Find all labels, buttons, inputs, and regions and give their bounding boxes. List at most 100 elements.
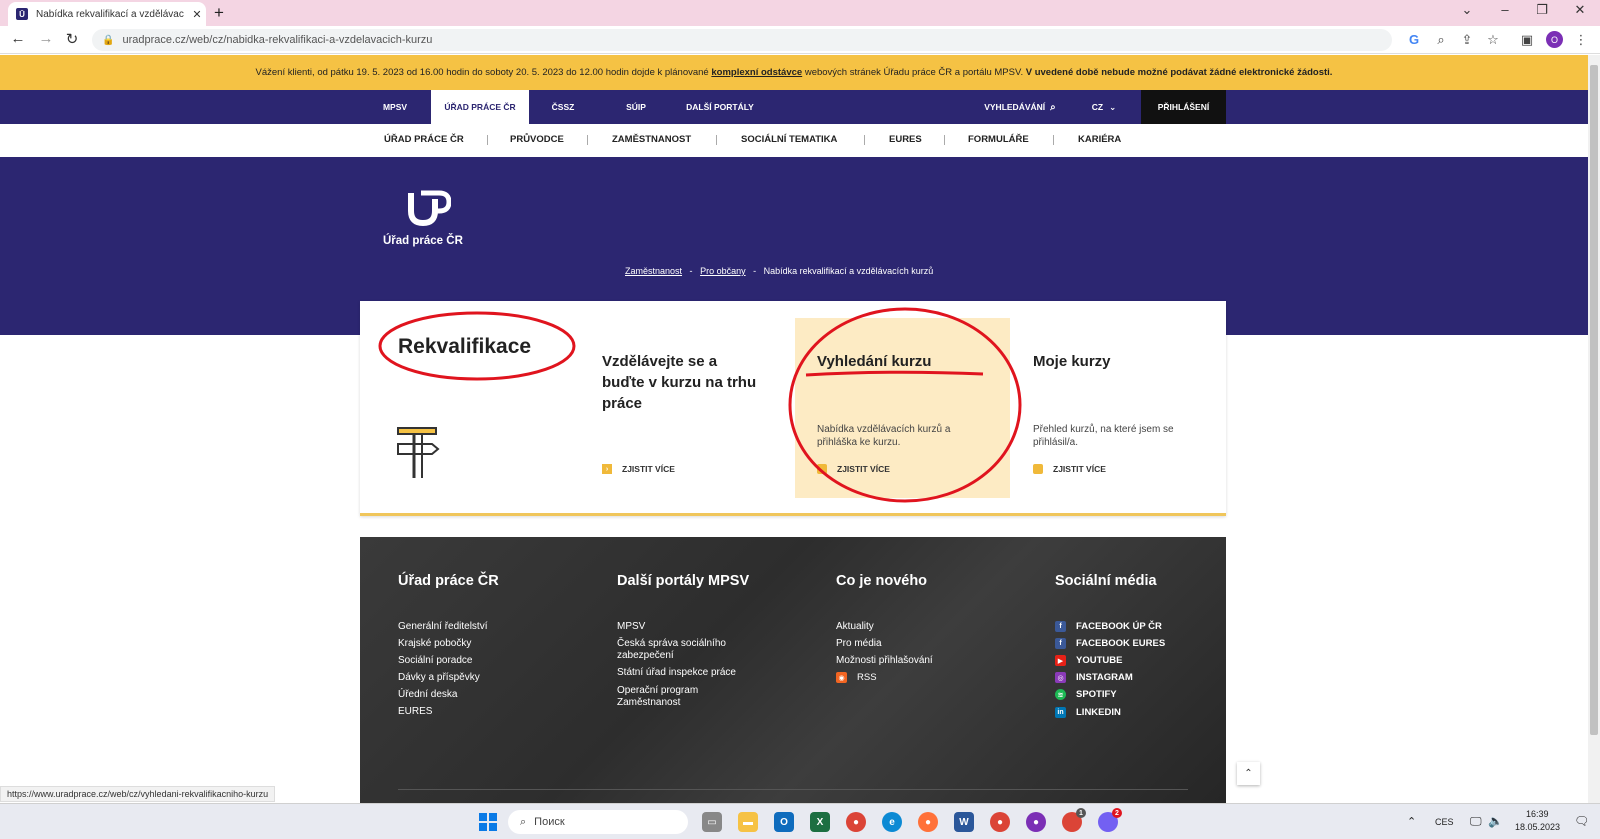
zjistit-vice-link-1[interactable]: › ZJISTIT VÍCE bbox=[602, 464, 675, 474]
back-icon[interactable]: ← bbox=[8, 30, 28, 47]
language-select[interactable]: CZ ⌄ bbox=[1084, 90, 1124, 124]
topnav-cssz[interactable]: ČSSZ bbox=[543, 90, 583, 124]
breadcrumb-zamestnanost[interactable]: Zaměstnanost bbox=[625, 266, 682, 276]
footer-link[interactable]: Generální ředitelství bbox=[398, 621, 488, 633]
url-text: uradprace.cz/web/cz/nabidka-rekvalifikac… bbox=[122, 34, 433, 46]
chrome-active-icon[interactable]: ● bbox=[1026, 812, 1046, 832]
zjistit-vice-link-2[interactable]: ZJISTIT VÍCE bbox=[817, 464, 890, 474]
forward-icon[interactable]: → bbox=[36, 30, 56, 47]
search-button[interactable]: VYHLEDÁVÁNÍ ⌕ bbox=[975, 90, 1065, 124]
menu-zamestnanost[interactable]: ZAMĚSTNANOST bbox=[612, 134, 691, 145]
chrome-icon[interactable]: ● bbox=[846, 812, 866, 832]
input-language[interactable]: CES bbox=[1435, 817, 1454, 827]
linkedin-icon: in bbox=[1055, 707, 1066, 718]
file-explorer-icon[interactable]: ▬ bbox=[738, 812, 758, 832]
volume-icon[interactable]: 🔈 bbox=[1488, 814, 1503, 828]
browser-tab[interactable]: Ū Nabídka rekvalifikací a vzdělávac ✕ bbox=[8, 2, 206, 26]
menu-pruvodce[interactable]: PRŮVODCE bbox=[510, 134, 564, 145]
scrollbar-thumb[interactable] bbox=[1590, 65, 1598, 735]
notice-link[interactable]: komplexní odstávce bbox=[711, 67, 802, 78]
login-button[interactable]: PŘIHLÁŠENÍ bbox=[1141, 90, 1226, 124]
zoom-icon[interactable]: ⌕ bbox=[1432, 32, 1450, 48]
topnav-mpsv[interactable]: MPSV bbox=[370, 90, 420, 124]
footer-social-instagram[interactable]: ◎ INSTAGRAM bbox=[1055, 672, 1133, 683]
menu-eures[interactable]: EURES bbox=[889, 134, 922, 145]
windows-start-icon[interactable] bbox=[478, 812, 498, 832]
footer-social-facebook-up[interactable]: f FACEBOOK ÚP ČR bbox=[1055, 621, 1162, 632]
menu-formulare[interactable]: FORMULÁŘE bbox=[968, 134, 1029, 145]
task-view-icon[interactable]: ▭ bbox=[702, 812, 722, 832]
footer-social-linkedin[interactable]: in LINKEDIN bbox=[1055, 707, 1121, 718]
notification-badge: 1 bbox=[1076, 808, 1086, 818]
chrome-profile-icon[interactable]: ● bbox=[990, 812, 1010, 832]
footer-link[interactable]: Česká správa sociálního zabezpečení bbox=[617, 638, 747, 662]
reload-icon[interactable]: ↻ bbox=[62, 30, 82, 48]
social-label: YOUTUBE bbox=[1076, 655, 1123, 666]
footer-social-spotify[interactable]: ≋ SPOTIFY bbox=[1055, 689, 1117, 700]
social-label: LINKEDIN bbox=[1076, 707, 1121, 718]
footer-link[interactable]: Dávky a příspěvky bbox=[398, 672, 480, 684]
menu-kariera[interactable]: KARIÉRA bbox=[1078, 134, 1121, 145]
footer-link[interactable]: Aktuality bbox=[836, 621, 874, 633]
close-tab-icon[interactable]: ✕ bbox=[188, 8, 206, 21]
col-title-vyhledani-kurzu[interactable]: Vyhledání kurzu bbox=[817, 351, 931, 372]
footer-link[interactable]: Pro média bbox=[836, 638, 882, 650]
bookmark-star-icon[interactable]: ☆ bbox=[1484, 32, 1502, 48]
footer-link[interactable]: Státní úřad inspekce práce bbox=[617, 667, 736, 679]
menu-urad-prace[interactable]: ÚŘAD PRÁCE ČR bbox=[384, 134, 464, 145]
main-menu: ÚŘAD PRÁCE ČR PRŮVODCE ZAMĚSTNANOST SOCI… bbox=[0, 124, 1588, 157]
network-icon[interactable]: 🖵 bbox=[1470, 814, 1482, 829]
topnav-suip[interactable]: SÚIP bbox=[616, 90, 656, 124]
zjistit-vice-link-3[interactable]: ZJISTIT VÍCE bbox=[1033, 464, 1106, 474]
minimize-icon[interactable]: – bbox=[1485, 2, 1525, 17]
col-title-vzdelavejte: Vzdělávejte se a buďte v kurzu na trhu p… bbox=[602, 353, 757, 412]
logo-text: Úřad práce ČR bbox=[383, 235, 463, 247]
footer-link[interactable]: MPSV bbox=[617, 621, 645, 633]
excel-icon[interactable]: X bbox=[810, 812, 830, 832]
menu-kebab-icon[interactable]: ⋮ bbox=[1572, 32, 1590, 48]
viber-icon[interactable]: 2 bbox=[1098, 808, 1122, 832]
breadcrumb-pro-obcany[interactable]: Pro občany bbox=[700, 266, 746, 276]
word-icon[interactable]: W bbox=[954, 812, 974, 832]
menu-divider bbox=[864, 135, 865, 145]
taskbar-search-input[interactable]: ⌕ Поиск bbox=[508, 810, 688, 834]
footer-link[interactable]: Možnosti přihlašování bbox=[836, 655, 933, 667]
tab-search-icon[interactable]: ⌄ bbox=[1447, 2, 1487, 18]
footer-link[interactable]: Sociální poradce bbox=[398, 655, 473, 667]
menu-socialni-tematika[interactable]: SOCIÁLNÍ TEMATIKA bbox=[741, 134, 837, 145]
side-panel-icon[interactable]: ▣ bbox=[1518, 32, 1536, 48]
url-input[interactable]: 🔒 uradprace.cz/web/cz/nabidka-rekvalifik… bbox=[92, 29, 1392, 51]
firefox-icon[interactable]: ● bbox=[918, 812, 938, 832]
menu-divider bbox=[487, 135, 488, 145]
maximize-icon[interactable]: ❐ bbox=[1522, 2, 1562, 18]
topnav-dalsi-portaly[interactable]: DALŠÍ PORTÁLY bbox=[679, 90, 761, 124]
google-lens-icon[interactable]: G bbox=[1405, 32, 1423, 47]
footer-rss-link[interactable]: ◉ RSS bbox=[836, 672, 877, 683]
up-logo-icon[interactable] bbox=[407, 189, 451, 229]
share-icon[interactable]: ⇪ bbox=[1458, 32, 1476, 48]
clock-time[interactable]: 16:39 bbox=[1526, 809, 1549, 819]
scroll-to-top-button[interactable]: ⌃ bbox=[1237, 762, 1260, 785]
rekvalifikace-card: Rekvalifikace Vzdělávejte se a buďte v k… bbox=[360, 301, 1226, 516]
footer-link[interactable]: EURES bbox=[398, 706, 432, 718]
chevron-up-icon: ⌃ bbox=[1244, 768, 1253, 779]
page-scrollbar[interactable] bbox=[1588, 55, 1600, 803]
footer-link[interactable]: Úřední deska bbox=[398, 689, 457, 701]
footer-social-facebook-eures[interactable]: f FACEBOOK EURES bbox=[1055, 638, 1165, 649]
footer-link[interactable]: Operační program Zaměstnanost bbox=[617, 685, 717, 709]
footer-social-youtube[interactable]: ▶ YOUTUBE bbox=[1055, 655, 1122, 666]
outlook-icon[interactable]: O bbox=[774, 812, 794, 832]
chrome-profile-2-icon[interactable]: 1 bbox=[1062, 808, 1086, 832]
facebook-icon: f bbox=[1055, 621, 1066, 632]
topnav-urad-prace[interactable]: ÚŘAD PRÁCE ČR bbox=[431, 90, 529, 124]
footer-link[interactable]: Krajské pobočky bbox=[398, 638, 471, 650]
new-tab-button[interactable]: + bbox=[214, 3, 224, 23]
tray-expand-icon[interactable]: ⌃ bbox=[1407, 815, 1416, 828]
windows-taskbar: ⌕ Поиск ▭ ▬ O X ● e ● W ● ● 1 2 ⌃ CES 🖵 … bbox=[0, 803, 1600, 839]
notification-center-icon[interactable]: 🗨 bbox=[1574, 814, 1589, 828]
clock-date[interactable]: 18.05.2023 bbox=[1515, 822, 1560, 832]
close-window-icon[interactable]: ✕ bbox=[1560, 2, 1600, 18]
menu-divider bbox=[716, 135, 717, 145]
profile-avatar[interactable]: O bbox=[1546, 31, 1563, 48]
edge-icon[interactable]: e bbox=[882, 812, 902, 832]
